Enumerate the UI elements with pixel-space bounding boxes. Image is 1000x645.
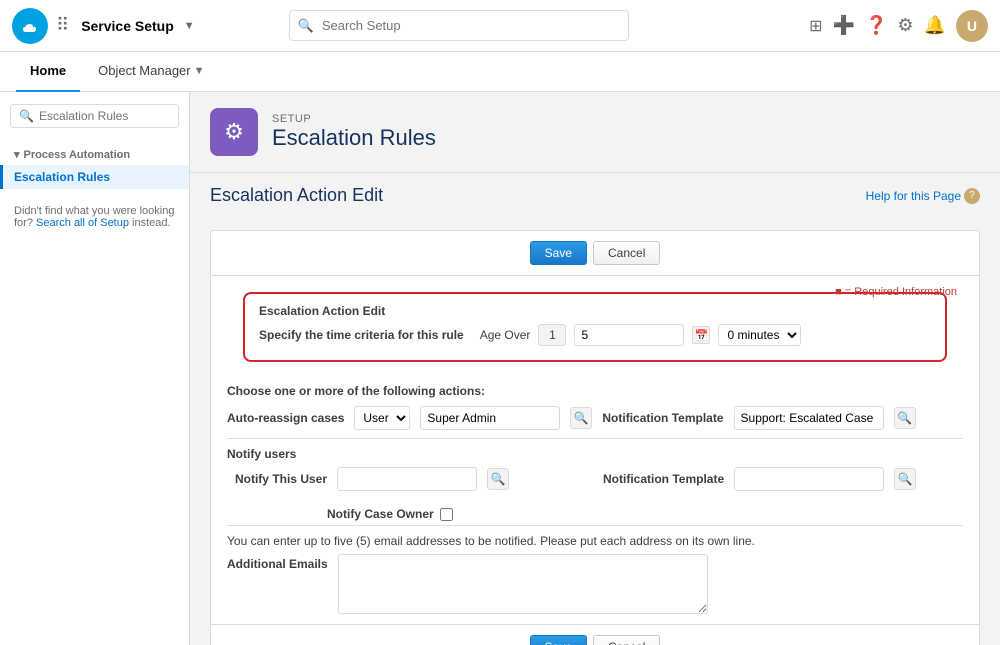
notification-template-label-1: Notification Template	[602, 411, 723, 425]
search-input[interactable]	[289, 10, 629, 41]
email-row: Additional Emails	[227, 554, 963, 614]
top-nav-actions: ⊞ ➕ ❓ ⚙ 🔔 U	[809, 10, 988, 42]
page-title-row: Escalation Action Edit Help for this Pag…	[190, 173, 1000, 214]
avatar[interactable]: U	[956, 10, 988, 42]
highlighted-section-title: Escalation Action Edit	[259, 304, 931, 318]
additional-emails-section: You can enter up to five (5) email addre…	[227, 525, 963, 614]
auto-reassign-section: Auto-reassign cases User 🔍 Notification …	[227, 406, 963, 430]
help-icon[interactable]: ❓	[865, 15, 887, 36]
notify-this-user-row: Notify This User 🔍	[227, 467, 587, 491]
actions-label: Choose one or more of the following acti…	[227, 384, 963, 398]
additional-emails-label: Additional Emails	[227, 554, 328, 571]
page-header-setup-label: SETUP	[272, 113, 436, 125]
sidebar-help-link[interactable]: Search all of Setup	[36, 217, 129, 229]
notify-col-right: Notification Template 🔍	[603, 467, 963, 499]
nav-item-home[interactable]: Home	[16, 52, 80, 92]
sidebar-search-container: 🔍	[0, 104, 189, 140]
notification-lookup-btn-1[interactable]: 🔍	[894, 407, 916, 429]
auto-reassign-lookup-btn[interactable]: 🔍	[570, 407, 592, 429]
bell-icon[interactable]: 🔔	[924, 15, 946, 36]
page-header-text: SETUP Escalation Rules	[272, 113, 436, 151]
app-chevron-icon[interactable]: ▼	[184, 20, 195, 32]
sidebar-search-inner: 🔍	[10, 104, 179, 128]
nav-item-object-manager[interactable]: Object Manager ▼	[84, 52, 218, 92]
add-icon[interactable]: ➕	[833, 15, 855, 36]
notify-col-left: Notify This User 🔍 Notify Case Owner	[227, 467, 587, 521]
notify-this-user-input[interactable]	[337, 467, 477, 491]
required-info: ■ = Required Information	[835, 286, 957, 298]
highlighted-section: Escalation Action Edit Specify the time …	[243, 292, 947, 362]
auto-reassign-type-select[interactable]: User	[354, 406, 410, 430]
save-button-bottom[interactable]: Save	[530, 635, 587, 645]
notify-two-col: Notify This User 🔍 Notify Case Owner	[227, 467, 963, 521]
search-icon: 🔍	[298, 18, 314, 34]
bottom-buttons: Save Cancel	[211, 624, 979, 645]
time-value-input[interactable]	[574, 324, 684, 346]
salesforce-logo	[12, 8, 48, 44]
page-header: ⚙ SETUP Escalation Rules	[190, 92, 1000, 173]
actions-section: Choose one or more of the following acti…	[211, 378, 979, 624]
notify-case-owner-label: Notify Case Owner	[327, 507, 434, 521]
cancel-button-top[interactable]: Cancel	[593, 241, 660, 265]
notify-case-owner-checkbox[interactable]	[440, 508, 453, 521]
email-desc: You can enter up to five (5) email addre…	[227, 534, 963, 548]
search-bar: 🔍	[289, 10, 629, 41]
view-icon[interactable]: ⊞	[809, 16, 822, 36]
help-link[interactable]: Help for this Page ?	[866, 188, 980, 204]
auto-reassign-label: Auto-reassign cases	[227, 411, 344, 425]
page-header-icon: ⚙	[210, 108, 258, 156]
notification-template-input-2[interactable]	[734, 467, 884, 491]
help-question-icon: ?	[964, 188, 980, 204]
notification-template-input-1[interactable]	[734, 406, 884, 430]
page-header-title: Escalation Rules	[272, 125, 436, 151]
sub-nav: Home Object Manager ▼	[0, 52, 1000, 92]
form-top-buttons: Save Cancel	[211, 231, 979, 276]
setup-gear-icon: ⚙	[224, 119, 244, 145]
object-manager-chevron: ▼	[194, 65, 205, 77]
sidebar-help: Didn't find what you were looking for? S…	[0, 193, 189, 241]
criteria-label: Specify the time criteria for this rule	[259, 328, 464, 342]
sidebar-search-icon: 🔍	[19, 109, 34, 123]
form-area: Save Cancel ■ = Required Information Esc…	[210, 230, 980, 645]
sidebar-item-escalation-rules[interactable]: Escalation Rules	[0, 165, 189, 189]
age-over-label: Age Over	[480, 328, 531, 342]
sidebar-section-title[interactable]: ▾ Process Automation	[0, 144, 189, 165]
notify-case-owner-row: Notify Case Owner	[327, 507, 587, 521]
notification-template-row-2: Notification Template 🔍	[603, 467, 963, 491]
grid-icon: ⠿	[56, 15, 69, 36]
time-unit-select[interactable]: 0 minutes	[718, 324, 801, 346]
sidebar-section: ▾ Process Automation Escalation Rules	[0, 140, 189, 193]
section-chevron-icon: ▾	[14, 148, 20, 161]
age-over-number: 1	[538, 324, 566, 346]
notify-users-section: Notify users Notify This User 🔍 Notify C…	[227, 438, 963, 521]
criteria-row: Specify the time criteria for this rule …	[259, 324, 931, 346]
calendar-icon[interactable]: 📅	[692, 326, 710, 344]
auto-reassign-value-input[interactable]	[420, 406, 560, 430]
sidebar-search-input[interactable]	[39, 109, 170, 123]
cancel-button-bottom[interactable]: Cancel	[593, 635, 660, 645]
additional-emails-textarea[interactable]	[338, 554, 708, 614]
settings-icon[interactable]: ⚙	[897, 15, 913, 36]
sidebar: 🔍 ▾ Process Automation Escalation Rules …	[0, 92, 190, 645]
page-title: Escalation Action Edit	[210, 185, 383, 206]
notify-this-user-lookup-btn[interactable]: 🔍	[487, 468, 509, 490]
auto-reassign-row: Auto-reassign cases User 🔍 Notification …	[227, 406, 963, 430]
notify-users-label: Notify users	[227, 447, 963, 461]
top-nav: ⠿ Service Setup ▼ 🔍 ⊞ ➕ ❓ ⚙ 🔔 U	[0, 0, 1000, 52]
notification-lookup-btn-2[interactable]: 🔍	[894, 468, 916, 490]
notify-this-user-label: Notify This User	[227, 472, 327, 486]
content-area: ⚙ SETUP Escalation Rules Escalation Acti…	[190, 92, 1000, 645]
main-layout: 🔍 ▾ Process Automation Escalation Rules …	[0, 92, 1000, 645]
app-name: Service Setup	[81, 18, 174, 34]
save-button-top[interactable]: Save	[530, 241, 587, 265]
notification-template-label-2: Notification Template	[603, 472, 724, 486]
